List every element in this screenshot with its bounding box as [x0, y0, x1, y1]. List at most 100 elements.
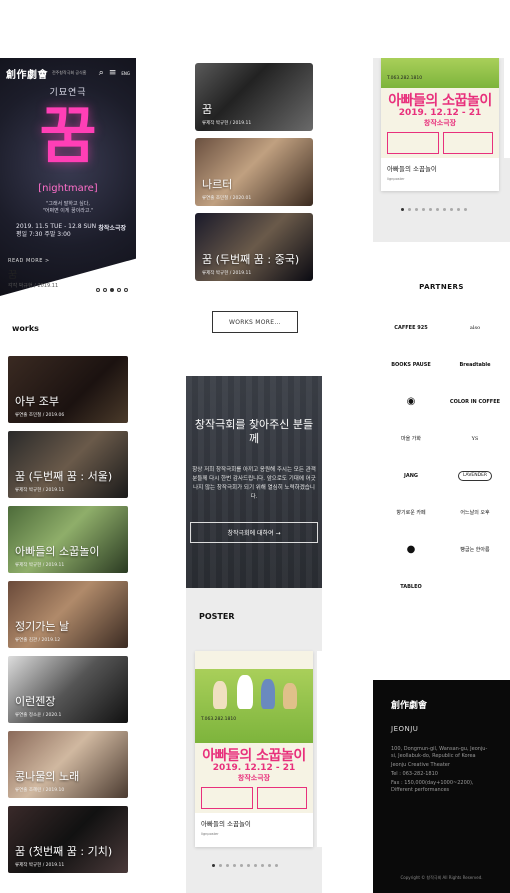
- partner-logo[interactable]: YS: [447, 431, 503, 447]
- partner-logo-text: JANG: [403, 473, 419, 479]
- partner-logo[interactable]: ◉: [383, 394, 439, 410]
- partner-logo-text: 마을 가화: [401, 436, 421, 442]
- read-more-link[interactable]: READ MORE >: [8, 258, 50, 264]
- hero-dates: 2019. 11.5 TUE - 12.8 SUN 평일 7:30 주말 3:0…: [16, 223, 96, 239]
- slider-dot[interactable]: [415, 208, 418, 211]
- works-section-title: works: [12, 324, 39, 333]
- work-card[interactable]: 아부 조부류연출 조민철 / 2019.06: [8, 356, 128, 423]
- poster-caption: 아빠들의 소꿉놀이 lignposter: [195, 813, 313, 841]
- footer-tel: Tel : 063-282-1810: [391, 771, 438, 777]
- slider-dot[interactable]: [254, 864, 257, 867]
- slider-dot[interactable]: [212, 864, 215, 867]
- search-icon[interactable]: ⌕: [99, 68, 104, 78]
- hero-slider[interactable]: 創作劇會 전주창작극회 공식홈 ⌕ ≡ ENG 기묘연극 꿈 [nightmar…: [0, 58, 136, 296]
- poster-grass: [381, 58, 499, 88]
- work-card[interactable]: 나르터 류연출 조민철 / 2020.01: [195, 138, 313, 206]
- slider-dot[interactable]: [247, 864, 250, 867]
- slider-dot[interactable]: [443, 208, 446, 211]
- slider-dot[interactable]: [240, 864, 243, 867]
- about-banner: 창작극회를 찾아주신 분들께 항상 저희 창작극회를 아끼고 응원해 주시는 모…: [186, 376, 322, 588]
- banner-title: 창작극회를 찾아주신 분들께: [194, 418, 314, 445]
- work-card[interactable]: 꿈 (두번째 꿈 : 서울) 류제작 박규현 / 2019.11: [8, 431, 128, 498]
- partner-logo[interactable]: BOOKS PAUSE: [383, 357, 439, 373]
- partner-logo[interactable]: 마을 가화: [383, 431, 439, 447]
- partner-logo[interactable]: 어느날의 오후: [447, 505, 503, 521]
- menu-icon[interactable]: ≡: [109, 68, 117, 78]
- mobile-home-column-2: 꿈 류제작 박규현 / 2019.11 나르터 류연출 조민철 / 2020.01 꿈 …: [186, 58, 322, 893]
- work-title: 콩나물의 노래: [15, 770, 80, 783]
- about-button[interactable]: 창작극회에 대하여 →: [190, 522, 318, 543]
- partner-logo[interactable]: LAVENDER: [447, 468, 503, 484]
- partner-logo-text: also: [469, 325, 481, 331]
- slider-dot[interactable]: [219, 864, 222, 867]
- partner-logo[interactable]: CAFFEE 925: [383, 320, 439, 336]
- footer-copyright: Copyright © 창작극회 All Rights Reserved.: [400, 875, 483, 880]
- footer-logo[interactable]: 創作劇會: [391, 698, 427, 711]
- slider-dot[interactable]: [103, 288, 107, 292]
- poster-phone: T.063.282.1810: [387, 76, 423, 81]
- partner-logo[interactable]: Breadtable: [447, 357, 503, 373]
- partner-logo[interactable]: 빵굽는 한아름: [447, 542, 503, 558]
- partner-logo-text: CAFFEE 925: [394, 325, 428, 331]
- poster-info-box: [443, 132, 493, 154]
- footer-fax: Fax : 150,000(day+1000~2200), Different …: [391, 780, 474, 793]
- hero-date-range: 2019. 11.5 TUE - 12.8 SUN: [16, 223, 97, 230]
- partner-logo[interactable]: COLOR IN COFFEE: [447, 394, 503, 410]
- poster-card[interactable]: T.063.282.1810 아빠들의 소꿉놀이 2019. 12.12 - 2…: [195, 651, 313, 847]
- partner-logo-text: TABLEO: [400, 584, 422, 590]
- work-card[interactable]: 꿈 (두번째 꿈 : 중국) 류제작 박규현 / 2019.11: [195, 213, 313, 281]
- hero-quote-line-1: "그래서 말하고 싶다,: [46, 201, 90, 207]
- work-meta: 류연출 조민철 / 2019.06: [15, 413, 65, 418]
- work-card[interactable]: 꿈 (첫번째 꿈 : 기치) 류제작 박규현 / 2019.11: [8, 806, 128, 873]
- hero-quote-line-2: "어쩌면 이게 꿈이라고.": [42, 208, 94, 214]
- partner-logo[interactable]: ●: [383, 542, 439, 558]
- work-title: 아부 조부: [15, 395, 59, 408]
- slider-dot[interactable]: [457, 208, 460, 211]
- poster-next-card-peek[interactable]: [504, 58, 510, 158]
- work-card[interactable]: 꿈 류제작 박규현 / 2019.11: [195, 63, 313, 131]
- slider-dot[interactable]: [110, 288, 114, 292]
- site-logo[interactable]: 創作劇會: [6, 66, 48, 81]
- language-icon[interactable]: ENG: [121, 71, 130, 76]
- partner-logo-text: YS: [471, 436, 479, 442]
- poster-section-title: POSTER: [199, 612, 235, 621]
- site-logo-subtitle: 전주창작극회 공식홈: [52, 70, 87, 75]
- partner-logo-text: Breadtable: [459, 362, 491, 368]
- slider-dot[interactable]: [261, 864, 264, 867]
- work-card[interactable]: 정기가는 날 류연출 김관 / 2019.12: [8, 581, 128, 648]
- work-card[interactable]: 이런젠장 류연출 정소윤 / 2020.1: [8, 656, 128, 723]
- slider-dot[interactable]: [117, 288, 121, 292]
- work-card[interactable]: 콩나물의 노래류연출 조혜련 / 2019.10: [8, 731, 128, 798]
- poster-art-venue: 창작소극장: [423, 119, 457, 127]
- slider-dot[interactable]: [450, 208, 453, 211]
- work-card[interactable]: 아빠들의 소꿉놀이 류제작 박규현 / 2019.11: [8, 506, 128, 573]
- partner-logo[interactable]: JANG: [383, 468, 439, 484]
- poster-image: T.063.282.1810 아빠들의 소꿉놀이 2019. 12.12 - 2…: [381, 58, 499, 158]
- work-meta: 류연출 조혜련 / 2019.10: [15, 788, 65, 793]
- slider-dot[interactable]: [436, 208, 439, 211]
- work-title: 꿈 (첫번째 꿈 : 기치): [15, 845, 113, 858]
- partner-logo-text: ◉: [406, 396, 416, 407]
- works-more-button[interactable]: WORKS MORE...: [212, 311, 298, 333]
- slider-dot[interactable]: [275, 864, 278, 867]
- slider-dot[interactable]: [464, 208, 467, 211]
- poster-figure: [261, 679, 275, 709]
- slider-dot[interactable]: [233, 864, 236, 867]
- slider-dot[interactable]: [408, 208, 411, 211]
- poster-slider-dots: [401, 208, 467, 211]
- partner-logo[interactable]: TABLEO: [383, 579, 439, 595]
- work-meta: 류제작 박규현 / 2019.11: [15, 563, 65, 568]
- partner-logo-text: 향기로운 카페: [396, 510, 426, 516]
- poster-card[interactable]: T.063.282.1810 아빠들의 소꿉놀이 2019. 12.12 - 2…: [381, 58, 499, 191]
- poster-next-card-peek[interactable]: [317, 651, 322, 847]
- slider-dot[interactable]: [96, 288, 100, 292]
- slider-dot[interactable]: [429, 208, 432, 211]
- partner-logo[interactable]: also: [447, 320, 503, 336]
- slider-dot[interactable]: [422, 208, 425, 211]
- slider-dot[interactable]: [268, 864, 271, 867]
- slider-dot[interactable]: [124, 288, 128, 292]
- slider-dot[interactable]: [401, 208, 404, 211]
- partners-section-title: PARTNERS: [419, 283, 464, 291]
- partner-logo[interactable]: 향기로운 카페: [383, 505, 439, 521]
- slider-dot[interactable]: [226, 864, 229, 867]
